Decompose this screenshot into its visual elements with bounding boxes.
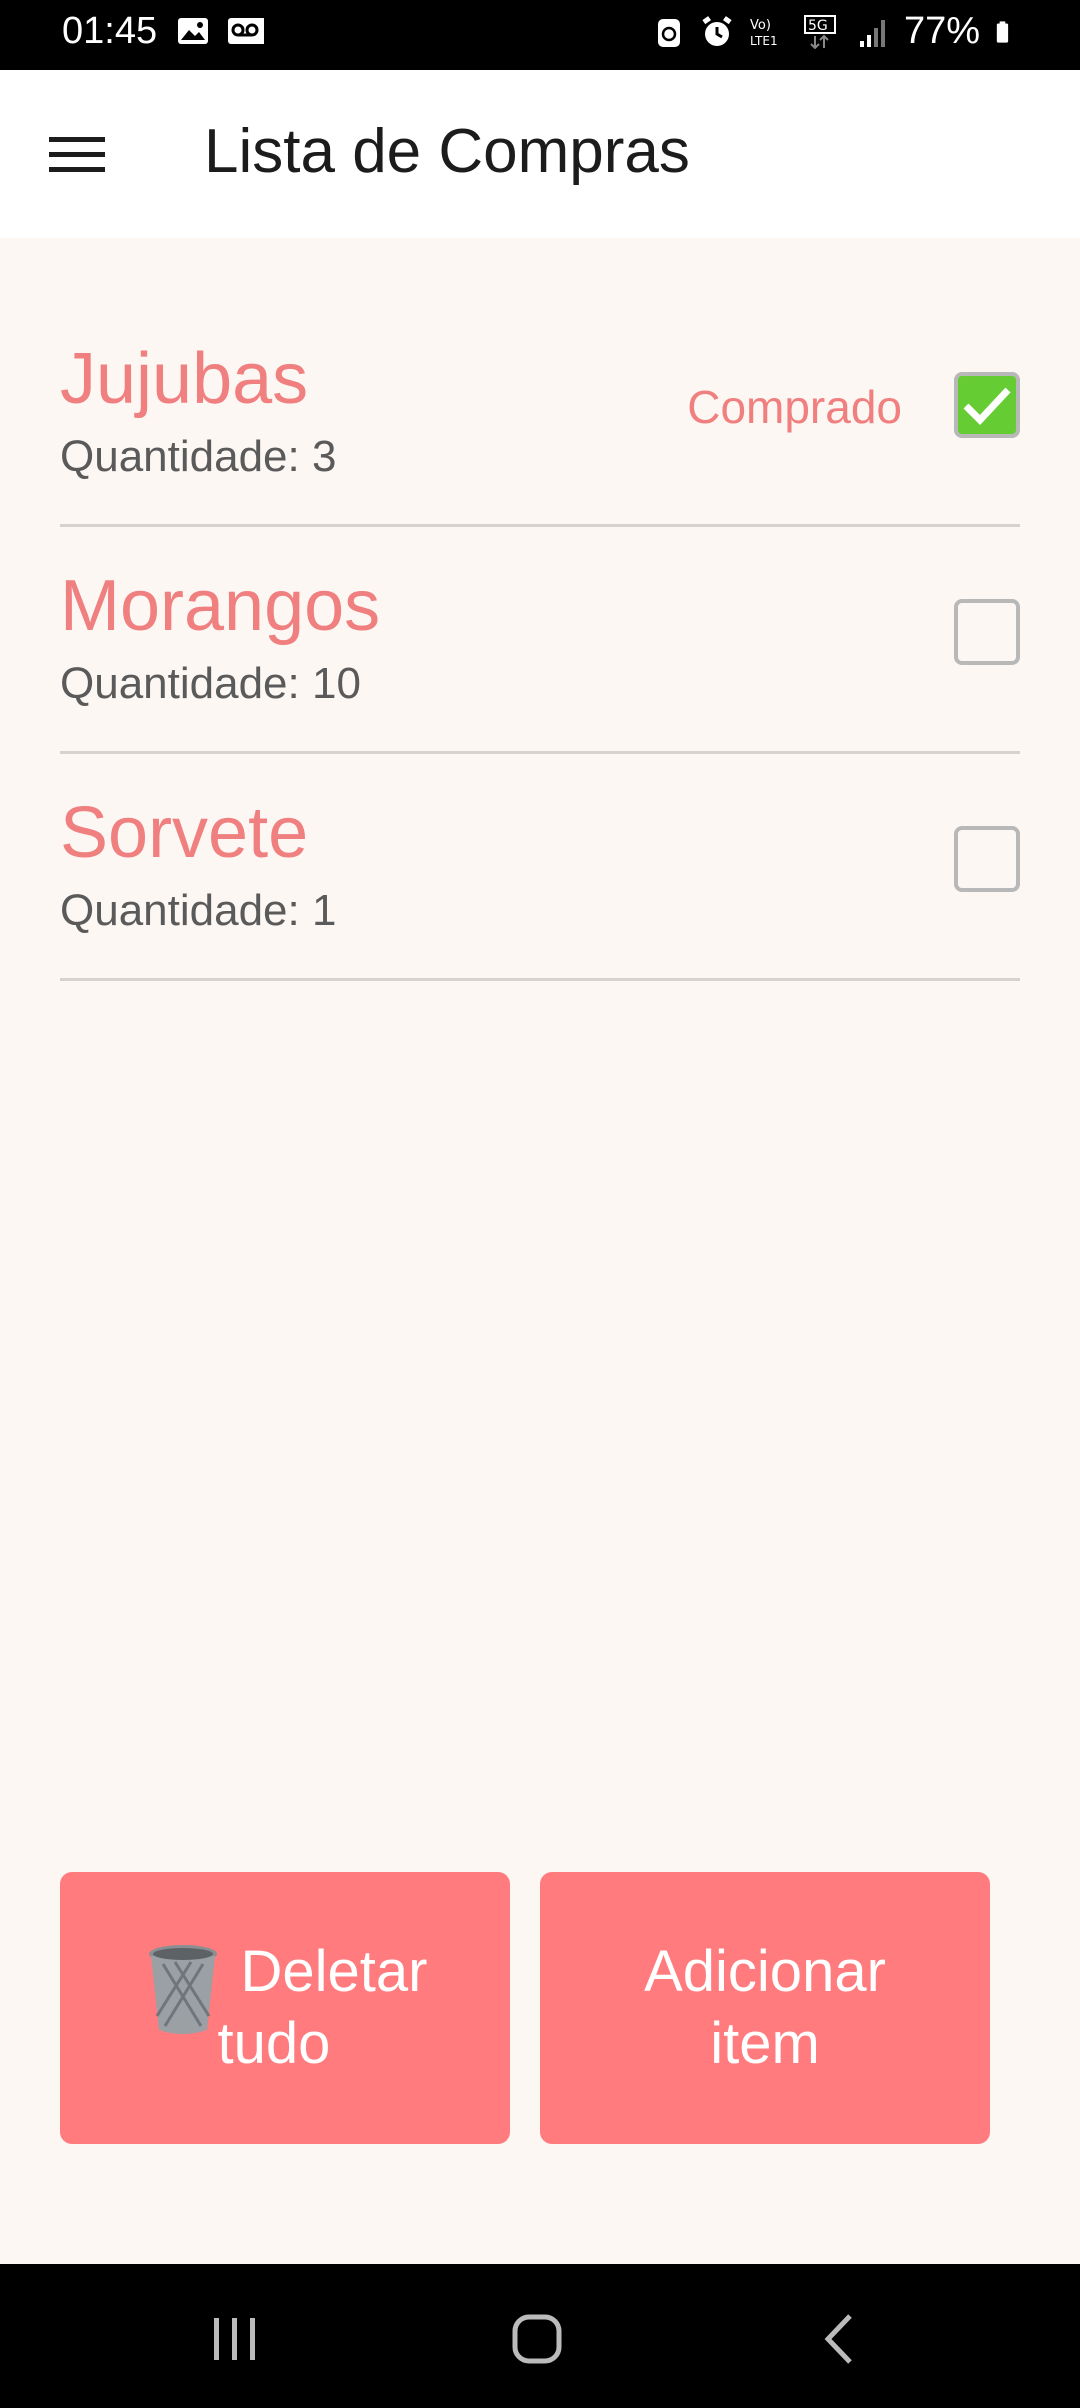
svg-text:LTE1: LTE1	[750, 34, 778, 48]
menu-button[interactable]	[36, 114, 118, 196]
item-quantity: Quantidade: 1	[60, 886, 337, 935]
item-name: Morangos	[60, 566, 381, 646]
add-item-label-line1: Adicionar	[644, 1939, 886, 2004]
delete-all-label-line1: Deletar	[240, 1939, 428, 2004]
app-bar: Lista de Compras	[0, 70, 1080, 238]
back-icon[interactable]	[806, 2304, 876, 2374]
add-item-label-line2: item	[710, 2011, 820, 2076]
item-name: Sorvete	[60, 793, 309, 873]
add-item-button[interactable]: Adicionar item	[540, 1872, 990, 2144]
item-checkbox[interactable]	[954, 599, 1020, 665]
svg-text:5G: 5G	[808, 18, 828, 34]
navigation-bar	[0, 2264, 1080, 2408]
item-quantity: Quantidade: 10	[60, 659, 361, 708]
menu-icon	[49, 137, 105, 172]
5g-icon: 5G	[803, 14, 836, 49]
image-icon	[178, 18, 208, 44]
volte-icon: Vo) LTE1	[750, 18, 778, 48]
battery-percentage: 77%	[903, 10, 980, 52]
voicemail-icon	[228, 18, 264, 44]
recycle-icon	[657, 18, 680, 47]
list-item: Sorvete Quantidade: 1	[60, 754, 1020, 981]
item-status-label: Comprado	[687, 381, 902, 433]
item-name: Jujubas	[60, 339, 309, 419]
svg-text:Vo): Vo)	[750, 18, 771, 33]
delete-all-label-line2: tudo	[217, 2011, 331, 2076]
list-item: Jujubas Quantidade: 3 Comprado	[60, 300, 1020, 527]
home-icon[interactable]	[502, 2304, 572, 2374]
page-title: Lista de Compras	[204, 117, 690, 186]
status-time: 01:45	[62, 10, 158, 52]
item-checkbox[interactable]	[954, 826, 1020, 892]
status-bar: 01:45 Vo) LTE1 5G 77%	[0, 0, 1080, 70]
alarm-icon	[702, 15, 732, 46]
list-item: Morangos Quantidade: 10	[60, 527, 1020, 754]
checkmark-icon	[963, 387, 1011, 426]
shopping-list: Jujubas Quantidade: 3 Comprado Morangos …	[60, 300, 1020, 981]
battery-icon	[996, 20, 1009, 43]
delete-all-button[interactable]: Deletar tudo	[60, 1872, 510, 2144]
item-checkbox[interactable]	[954, 372, 1020, 438]
signal-icon	[859, 19, 885, 47]
recent-apps-icon[interactable]	[200, 2304, 270, 2374]
item-quantity: Quantidade: 3	[60, 432, 337, 481]
